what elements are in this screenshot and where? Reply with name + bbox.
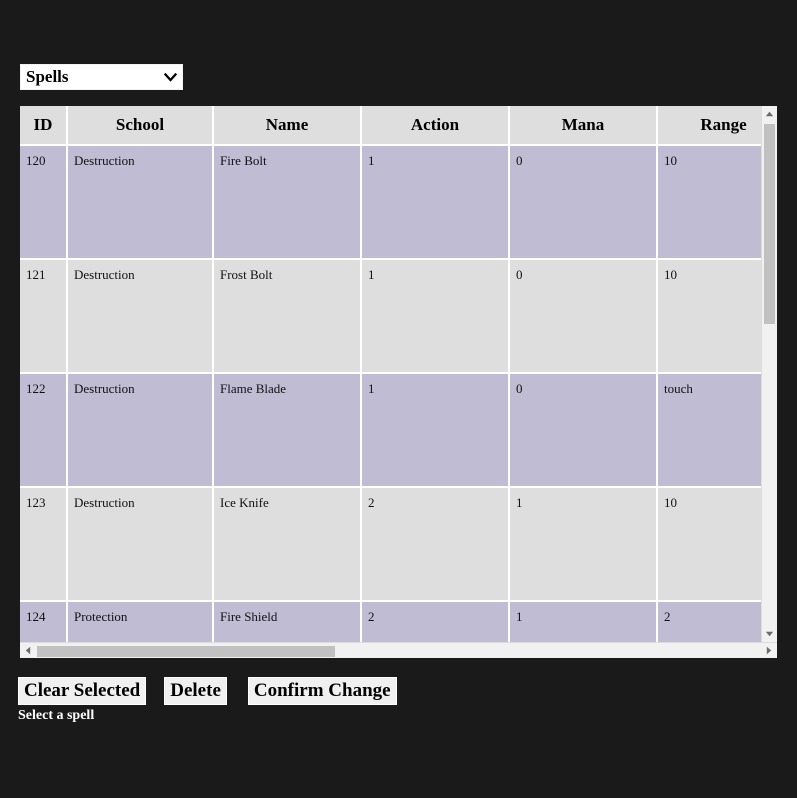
column-header-id[interactable]: ID [20, 106, 66, 144]
app-root: Spells ID School Name Action Mana Range [0, 0, 797, 798]
table-row[interactable]: 120 Destruction Fire Bolt 1 0 10 [20, 146, 761, 258]
clear-selected-button[interactable]: Clear Selected [18, 677, 147, 705]
cell-name[interactable]: Fire Bolt [214, 146, 360, 258]
cell-school[interactable]: Protection [68, 602, 212, 642]
action-button-row: Clear Selected Delete Confirm Change [18, 677, 397, 705]
delete-button[interactable]: Delete [164, 677, 227, 705]
vertical-scrollbar-thumb[interactable] [764, 124, 775, 324]
status-message: Select a spell [18, 708, 95, 723]
cell-school[interactable]: Destruction [68, 260, 212, 372]
cell-id[interactable]: 122 [20, 374, 66, 486]
spell-table-body: 120 Destruction Fire Bolt 1 0 10 121 Des… [20, 146, 761, 642]
cell-action[interactable]: 1 [362, 260, 508, 372]
table-row[interactable]: 122 Destruction Flame Blade 1 0 touch [20, 374, 761, 486]
chevron-down-icon [162, 69, 178, 85]
cell-id[interactable]: 121 [20, 260, 66, 372]
cell-range[interactable]: 10 [658, 260, 761, 372]
cell-action[interactable]: 2 [362, 488, 508, 600]
horizontal-scrollbar-thumb[interactable] [37, 646, 335, 657]
table-row[interactable]: 124 Protection Fire Shield 2 1 2 [20, 602, 761, 642]
cell-action[interactable]: 1 [362, 146, 508, 258]
scroll-right-arrow-icon[interactable] [761, 643, 777, 658]
cell-range[interactable]: 10 [658, 488, 761, 600]
cell-mana[interactable]: 0 [510, 260, 656, 372]
entity-type-select-value: Spells [26, 67, 69, 86]
cell-range[interactable]: 10 [658, 146, 761, 258]
table-row[interactable]: 121 Destruction Frost Bolt 1 0 10 [20, 260, 761, 372]
cell-range[interactable]: touch [658, 374, 761, 486]
cell-name[interactable]: Flame Blade [214, 374, 360, 486]
scroll-up-arrow-icon[interactable] [762, 106, 777, 122]
horizontal-scrollbar[interactable] [20, 642, 777, 658]
entity-type-select[interactable]: Spells [20, 64, 183, 90]
cell-id[interactable]: 120 [20, 146, 66, 258]
spell-table: ID School Name Action Mana Range 120 Des… [20, 106, 761, 642]
column-header-action[interactable]: Action [362, 106, 508, 144]
cell-mana[interactable]: 0 [510, 374, 656, 486]
spell-table-head: ID School Name Action Mana Range [20, 106, 761, 144]
table-header-row: ID School Name Action Mana Range [20, 106, 761, 144]
cell-mana[interactable]: 1 [510, 488, 656, 600]
cell-mana[interactable]: 0 [510, 146, 656, 258]
spell-table-viewport: ID School Name Action Mana Range 120 Des… [20, 106, 761, 642]
scroll-down-arrow-icon[interactable] [762, 626, 777, 642]
column-header-name[interactable]: Name [214, 106, 360, 144]
cell-name[interactable]: Frost Bolt [214, 260, 360, 372]
table-row[interactable]: 123 Destruction Ice Knife 2 1 10 [20, 488, 761, 600]
cell-range[interactable]: 2 [658, 602, 761, 642]
spell-table-container: ID School Name Action Mana Range 120 Des… [20, 106, 777, 658]
cell-name[interactable]: Ice Knife [214, 488, 360, 600]
cell-school[interactable]: Destruction [68, 146, 212, 258]
cell-school[interactable]: Destruction [68, 374, 212, 486]
cell-id[interactable]: 123 [20, 488, 66, 600]
cell-mana[interactable]: 1 [510, 602, 656, 642]
vertical-scrollbar[interactable] [761, 106, 777, 642]
cell-name[interactable]: Fire Shield [214, 602, 360, 642]
column-header-mana[interactable]: Mana [510, 106, 656, 144]
confirm-change-button[interactable]: Confirm Change [247, 677, 397, 705]
cell-action[interactable]: 1 [362, 374, 508, 486]
column-header-range[interactable]: Range [658, 106, 761, 144]
cell-id[interactable]: 124 [20, 602, 66, 642]
scroll-left-arrow-icon[interactable] [20, 643, 36, 658]
cell-school[interactable]: Destruction [68, 488, 212, 600]
cell-action[interactable]: 2 [362, 602, 508, 642]
column-header-school[interactable]: School [68, 106, 212, 144]
